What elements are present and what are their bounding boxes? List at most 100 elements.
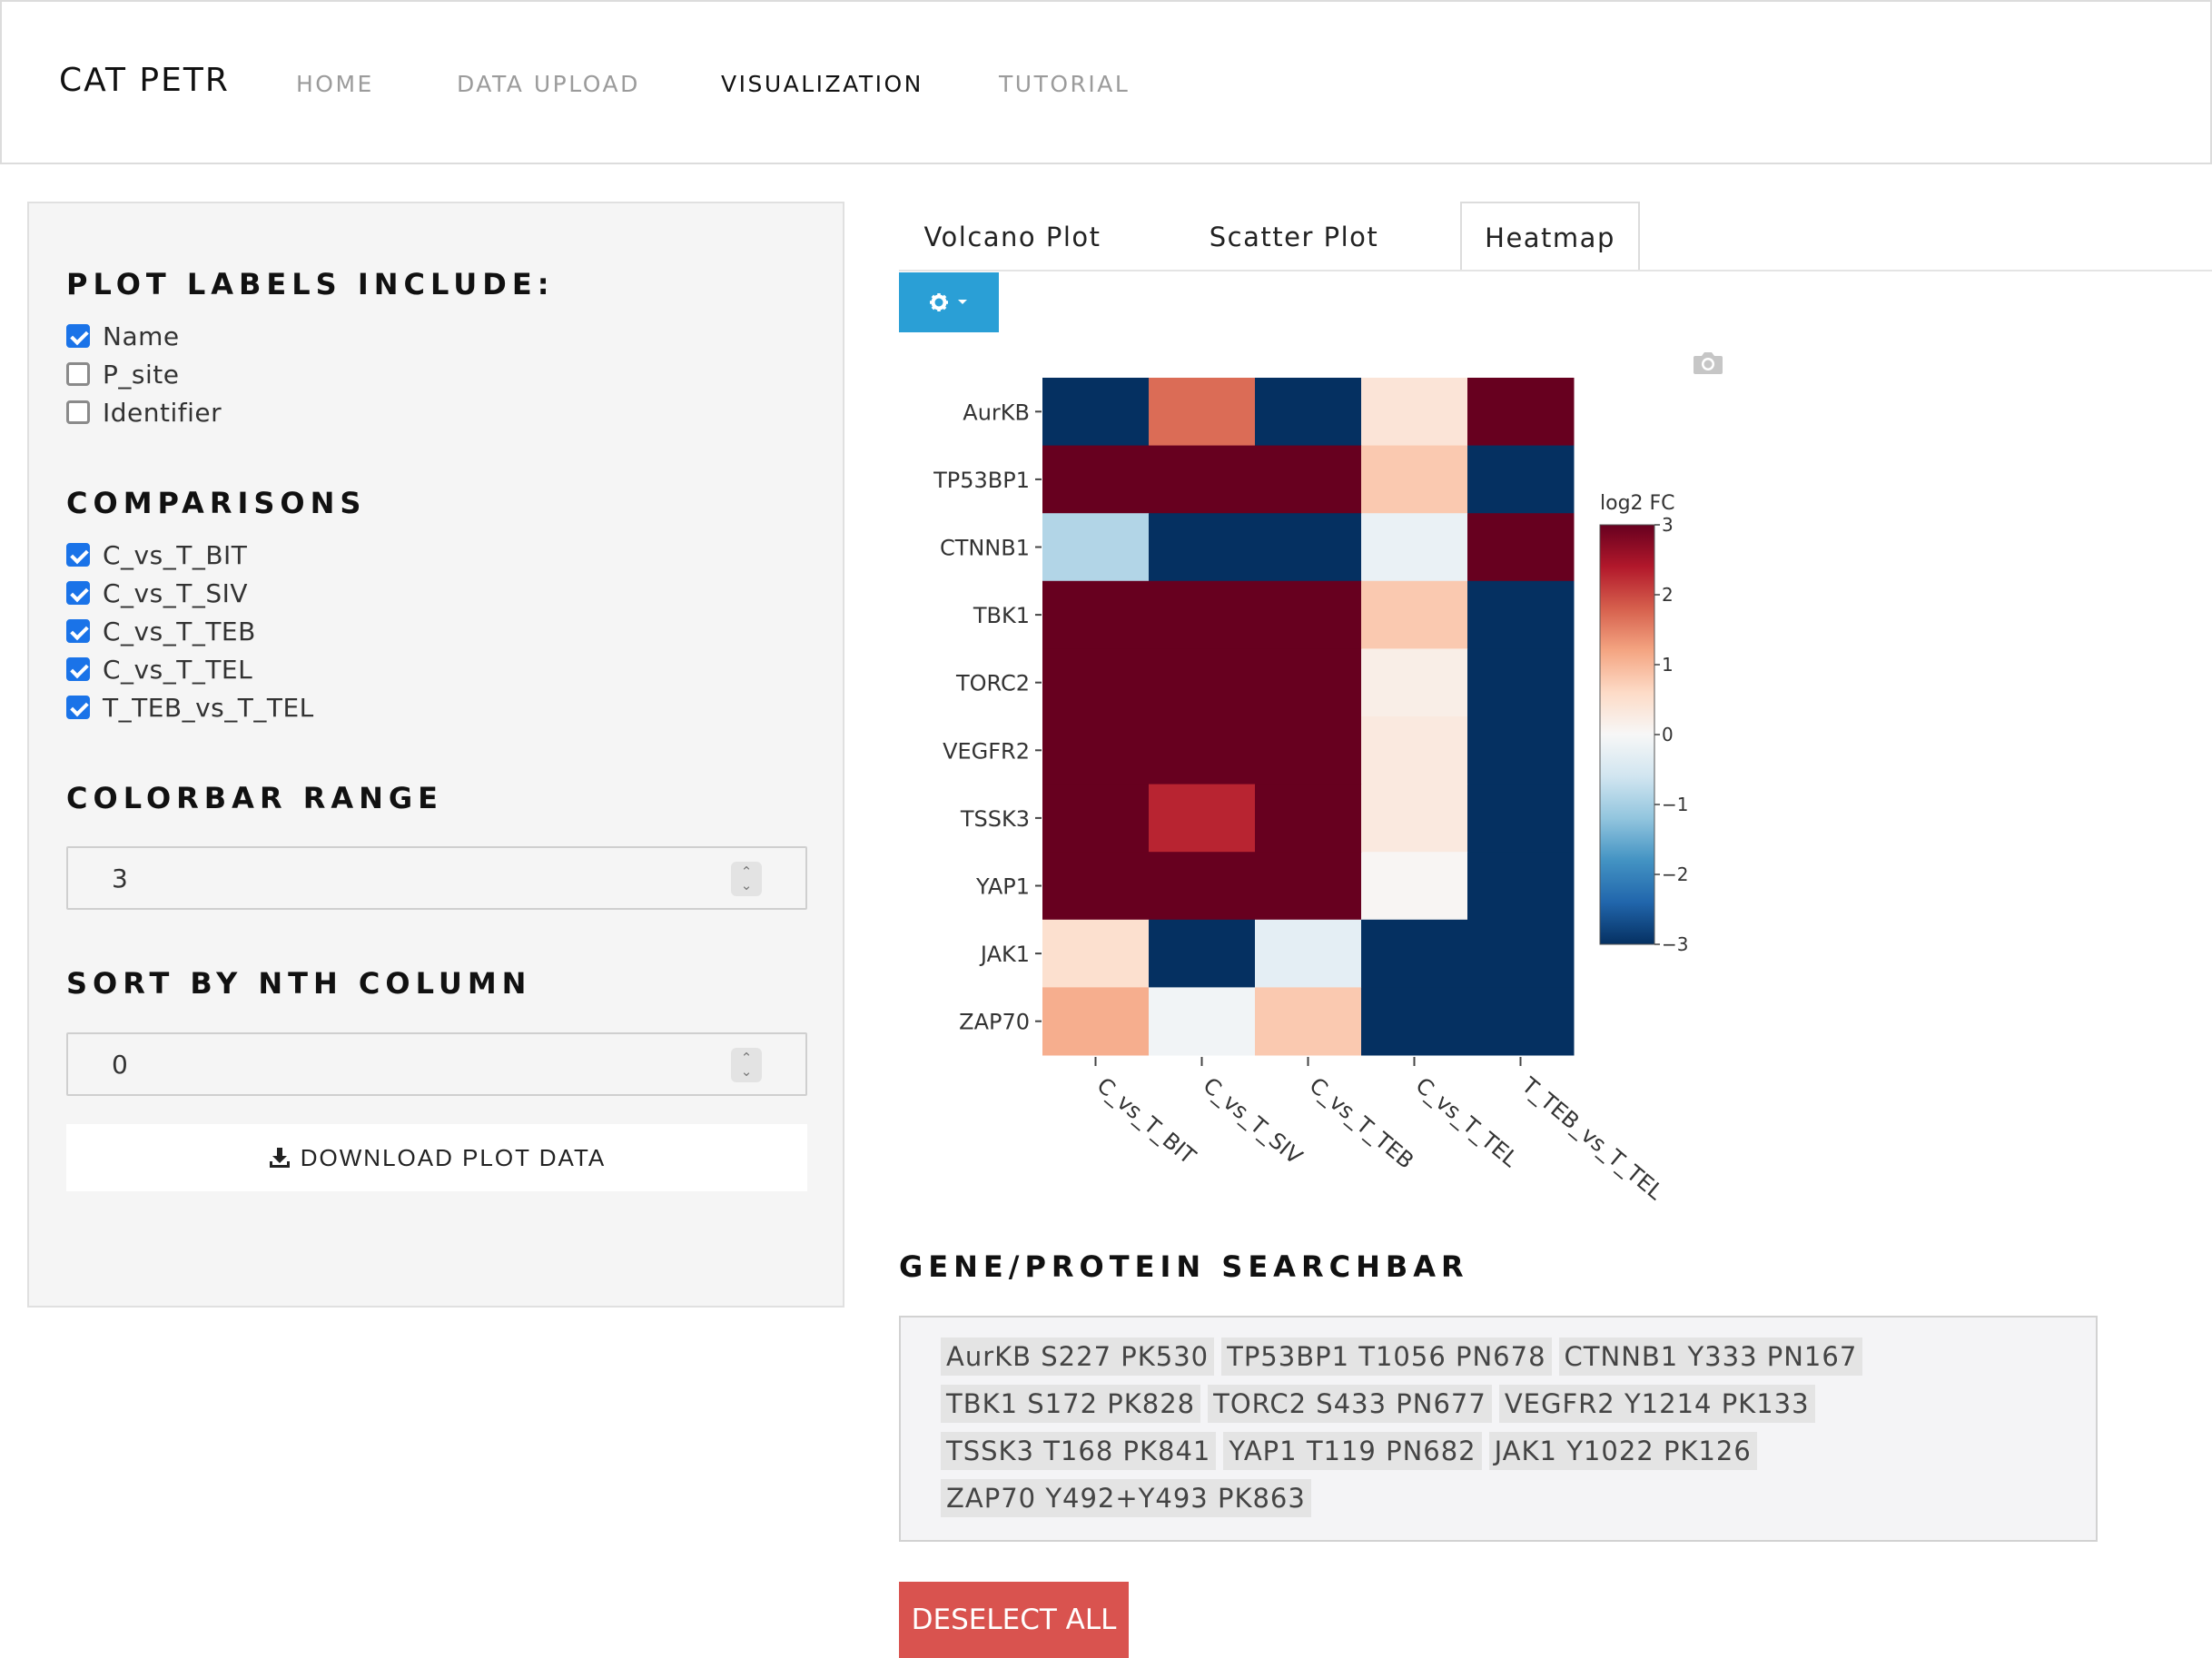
checkbox[interactable] [66,581,90,605]
checkbox-label: C_vs_T_TEB [103,616,256,646]
heatmap-cell [1467,513,1575,582]
search-tag[interactable]: VEGFR2 Y1214 PK133 [1498,1385,1815,1423]
heatmap-cell [1149,648,1256,717]
colorbar-range-input[interactable]: 3 ⌃ ⌄ [66,846,807,910]
search-tag[interactable]: ZAP70 Y492+Y493 PK863 [941,1479,1311,1517]
heatmap-cell [1361,445,1468,514]
checkbox[interactable] [66,657,90,681]
heatmap-cell [1149,919,1256,988]
checkbox[interactable] [66,362,90,386]
checkbox[interactable] [66,619,90,643]
search-tag[interactable]: YAP1 T119 PN682 [1223,1432,1482,1470]
heatmap-cell [1149,378,1256,447]
colorbar-range-title: COLORBAR RANGE [66,781,444,815]
row-label: TSSK3 [960,806,1030,832]
plot_labels-checkbox-row[interactable]: Name [66,320,180,352]
chevron-down-icon[interactable]: ⌄ [741,879,753,893]
plot_labels-checkbox-row[interactable]: Identifier [66,396,222,429]
comparisons-checkbox-row[interactable]: C_vs_T_BIT [66,538,247,571]
heatmap-cell [1255,378,1362,447]
deselect-all-button[interactable]: DESELECT ALL [899,1582,1129,1658]
nav-item-visualization[interactable]: VISUALIZATION [721,71,923,97]
column-label: T_TEB_vs_T_TEL [1516,1072,1668,1206]
download-icon [269,1148,290,1168]
tab-volcano-plot[interactable]: Volcano Plot [899,202,1126,271]
comparisons-checkbox-row[interactable]: C_vs_T_SIV [66,577,248,609]
checkbox[interactable] [66,543,90,567]
download-plot-data-button[interactable]: DOWNLOAD PLOT DATA [66,1124,807,1191]
search-tag[interactable]: AurKB S227 PK530 [941,1337,1215,1376]
heatmap-cell [1361,852,1468,921]
chevron-down-icon[interactable]: ⌄ [741,1065,753,1079]
heatmap-cell [1042,445,1150,514]
heatmap-cell [1149,445,1256,514]
app-brand[interactable]: CAT PETR [59,62,230,99]
sort-column-input[interactable]: 0 ⌃ ⌄ [66,1032,807,1096]
searchbar-title: GENE/PROTEIN SEARCHBAR [899,1249,1469,1284]
plot-settings-button[interactable] [899,272,999,332]
heatmap-cell [1467,378,1575,447]
checkbox-label: Identifier [103,397,222,428]
colorbar-tick-label: 2 [1662,584,1674,606]
heatmap-cell [1255,784,1362,853]
search-tag[interactable]: TSSK3 T168 PK841 [941,1432,1217,1470]
download-label: DOWNLOAD PLOT DATA [300,1143,607,1171]
checkbox-label: C_vs_T_TEL [103,654,253,685]
heatmap-cell [1255,852,1362,921]
comparisons-checkbox-row[interactable]: C_vs_T_TEL [66,653,252,686]
search-tag[interactable]: CTNNB1 Y333 PN167 [1558,1337,1863,1376]
heatmap-cell [1255,716,1362,785]
column-label: C_vs_T_TEB [1305,1072,1419,1174]
row-label: VEGFR2 [943,738,1030,764]
heatmap-cell [1255,987,1362,1056]
gear-icon [930,293,948,311]
heatmap-cell [1467,580,1575,649]
heatmap-chart: AurKB TP53BP1 CTNNB1 TBK1 TORC2 VEGFR2 TSSK3 YA… [933,378,1688,1206]
gene-protein-searchbar[interactable]: AurKB S227 PK530 TP53BP1 T1056 PN678 CTNNB… [899,1316,2098,1542]
checkbox-label: Name [103,321,180,351]
heatmap-cell [1361,648,1468,717]
heatmap-cell [1149,784,1256,853]
heatmap-cell [1467,648,1575,717]
number-spinner[interactable]: ⌃ ⌄ [731,1048,762,1082]
comparisons-title: COMPARISONS [66,486,367,520]
nav-item-tutorial[interactable]: TUTORIAL [999,71,1130,97]
heatmap-cell [1042,987,1150,1056]
checkbox[interactable] [66,400,90,424]
search-tag[interactable]: TBK1 S172 PK828 [941,1385,1201,1423]
search-tag[interactable]: TP53BP1 T1056 PN678 [1221,1337,1552,1376]
heatmap-cell [1361,716,1468,785]
colorbar-tick-label: 1 [1662,654,1674,676]
tab-scatter-plot[interactable]: Scatter Plot [1180,202,1407,271]
checkbox[interactable] [66,324,90,348]
tab-heatmap[interactable]: Heatmap [1460,202,1640,271]
heatmap-cell [1361,513,1468,582]
column-label: C_vs_T_SIV [1199,1072,1308,1169]
search-tag[interactable]: JAK1 Y1022 PK126 [1488,1432,1757,1470]
colorbar-tick-label: 3 [1662,514,1674,536]
heatmap-cell [1042,919,1150,988]
comparisons-checkbox-row[interactable]: T_TEB_vs_T_TEL [66,691,314,724]
heatmap-cell [1149,580,1256,649]
row-label: TORC2 [955,671,1030,696]
nav-item-home[interactable]: HOME [296,71,374,97]
caret-down-icon [958,300,967,304]
plot_labels-checkbox-row[interactable]: P_site [66,358,179,390]
heatmap-cell [1149,987,1256,1056]
nav-item-data-upload[interactable]: DATA UPLOAD [457,71,640,97]
heatmap-cell [1042,378,1150,447]
search-tag[interactable]: TORC2 S433 PN677 [1208,1385,1492,1423]
checkbox[interactable] [66,696,90,719]
heatmap-cell [1149,513,1256,582]
row-label: TBK1 [973,603,1030,628]
row-label: JAK1 [979,942,1030,967]
heatmap-cell [1149,716,1256,785]
colorbar-tick-label: −3 [1662,933,1688,955]
heatmap-cell [1361,784,1468,853]
comparisons-checkbox-row[interactable]: C_vs_T_TEB [66,615,256,647]
sort-column-title: SORT BY NTH COLUMN [66,966,532,1001]
number-spinner[interactable]: ⌃ ⌄ [731,862,762,896]
plot-labels-title: PLOT LABELS INCLUDE: [66,267,555,301]
row-label: AurKB [963,400,1030,425]
top-navbar: CAT PETR HOME DATA UPLOAD VISUALIZATION … [0,0,2212,164]
